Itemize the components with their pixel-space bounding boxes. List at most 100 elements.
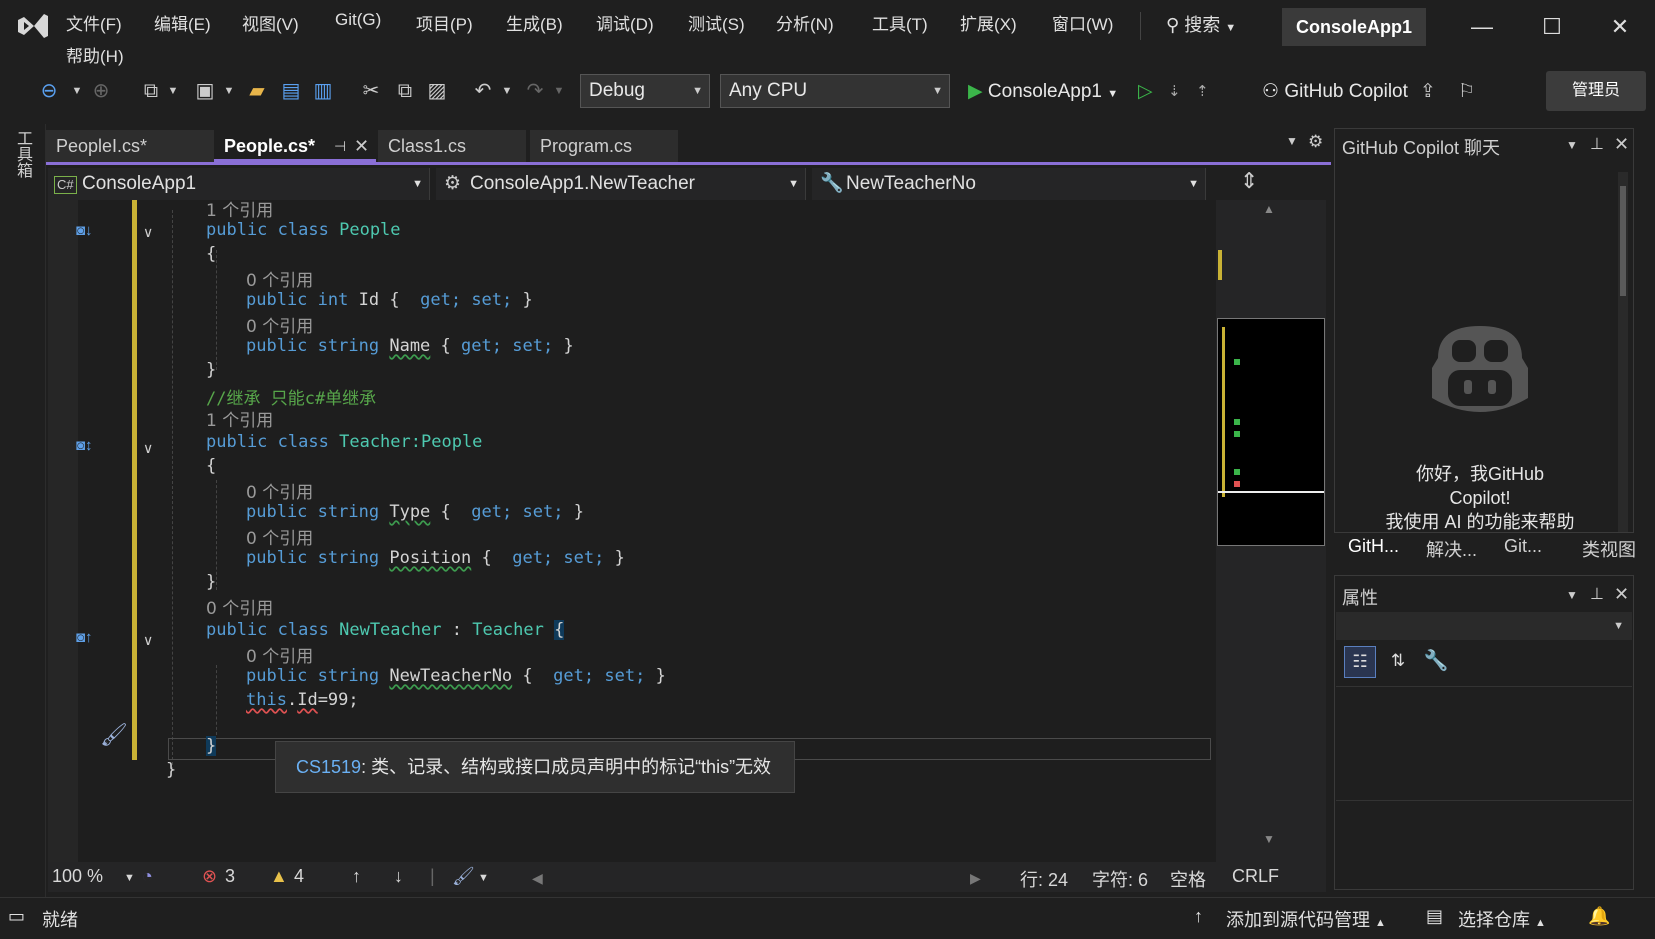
intellicode-icon[interactable]: ◔ [142, 866, 153, 887]
maximize-button[interactable]: ☐ [1522, 4, 1582, 50]
menu-file[interactable]: 文件(F) [66, 10, 122, 35]
code-lens-references[interactable]: 1 个引用 [206, 406, 273, 431]
previous-issue-icon[interactable]: ↑ [352, 866, 361, 887]
tab-peoplei[interactable]: PeopleI.cs* [46, 130, 214, 162]
menu-view[interactable]: 视图(V) [242, 10, 299, 35]
chevron-down-icon[interactable]: ▼ [478, 872, 489, 884]
close-icon[interactable]: ✕ [1614, 134, 1629, 155]
zoom-level[interactable]: 100 % [52, 866, 103, 887]
menu-debug[interactable]: 调试(D) [596, 10, 654, 35]
menu-build[interactable]: 生成(B) [506, 10, 563, 35]
toolbox-tab[interactable]: 工具箱 [12, 130, 34, 178]
search-box[interactable]: ⚲ 搜索 ▼ [1166, 10, 1236, 40]
collapse-chevron-icon[interactable]: ∨ [143, 224, 153, 241]
code-lens-references[interactable]: 0 个引用 [246, 642, 313, 667]
tab-class1[interactable]: Class1.cs [378, 130, 526, 162]
close-icon[interactable]: ✕ [354, 130, 369, 162]
tab-program[interactable]: Program.cs [530, 130, 678, 162]
feedback-icon[interactable]: ⚐ [1458, 76, 1475, 108]
pin-icon[interactable]: ⊥ [1590, 584, 1604, 604]
code-cleanup-icon[interactable]: 🖌 [452, 866, 475, 887]
indent-mode[interactable]: 空格 [1170, 866, 1206, 892]
tab-people[interactable]: People.cs* ⊣ ✕ [214, 130, 376, 162]
menu-help[interactable]: 帮助(H) [66, 42, 124, 67]
tab-solution-explorer[interactable]: 解决... [1426, 536, 1477, 562]
menu-test[interactable]: 测试(S) [688, 10, 745, 35]
platform-select[interactable]: Any CPU ▼ [720, 74, 950, 108]
line-number[interactable]: 行: 24 [1020, 866, 1068, 892]
inheritance-icon[interactable]: ◙↕ [76, 437, 93, 454]
chevron-down-icon[interactable]: ▼ [1566, 588, 1578, 602]
chevron-down-icon[interactable]: ▼ [546, 78, 572, 104]
chevron-down-icon[interactable]: ▼ [1566, 138, 1578, 152]
new-item-icon[interactable]: ▣ [192, 78, 218, 104]
menu-project[interactable]: 项目(P) [416, 10, 473, 35]
open-folder-icon[interactable]: ▰ [244, 78, 270, 104]
inheritance-icon[interactable]: ◙↓ [76, 222, 93, 239]
chevron-down-icon[interactable]: ▼ [216, 78, 242, 104]
minimize-button[interactable]: — [1452, 4, 1512, 50]
menu-window[interactable]: 窗口(W) [1052, 10, 1113, 35]
inheritance-icon[interactable]: ◙↑ [76, 629, 93, 646]
menu-edit[interactable]: 编辑(E) [154, 10, 211, 35]
scroll-down-icon[interactable]: ▼ [1263, 832, 1275, 846]
map-viewport[interactable] [1217, 318, 1325, 546]
gear-icon[interactable]: ⚙ [1308, 132, 1323, 152]
copy-icon[interactable]: ⧉ [392, 78, 418, 104]
warning-icon[interactable]: ▲ [270, 866, 288, 887]
chevron-down-icon[interactable]: ▼ [494, 78, 520, 104]
code-lens-references[interactable]: 0 个引用 [246, 524, 313, 549]
menu-git[interactable]: Git(G) [335, 10, 381, 30]
scrollbar-thumb[interactable] [1620, 186, 1626, 296]
code-lens-references[interactable]: 1 个引用 [206, 196, 273, 221]
collapse-chevron-icon[interactable]: ∨ [143, 440, 153, 457]
tab-class-view[interactable]: 类视图 [1582, 536, 1636, 562]
share-icon[interactable]: ⇪ [1420, 76, 1436, 108]
tab-list-dropdown-icon[interactable]: ▼ [1286, 134, 1298, 148]
chevron-down-icon[interactable]: ▼ [124, 872, 135, 884]
save-icon[interactable]: ▤ [278, 78, 304, 104]
char-number[interactable]: 字符: 6 [1092, 866, 1148, 892]
add-to-source-control[interactable]: 添加到源代码管理 ▲ [1226, 906, 1386, 932]
scroll-right-icon[interactable]: ▶ [970, 870, 981, 887]
cut-icon[interactable]: ✂ [358, 78, 384, 104]
warning-count[interactable]: 4 [294, 866, 304, 887]
start-debug-button[interactable]: ▶ ConsoleApp1 ▼ [968, 76, 1118, 108]
next-issue-icon[interactable]: ↓ [394, 866, 403, 887]
close-window-button[interactable]: ✕ [1590, 4, 1650, 50]
configuration-select[interactable]: Debug ▼ [580, 74, 710, 108]
class-dropdown[interactable]: ⚙ ConsoleApp1.NewTeacher ▼ [436, 168, 806, 200]
select-repository[interactable]: 选择仓库 ▲ [1458, 906, 1546, 932]
property-pages-icon[interactable]: 🔧 [1420, 646, 1452, 678]
code-lens-references[interactable]: 0 个引用 [206, 594, 273, 619]
alphabetical-icon[interactable]: ⇅ [1382, 646, 1414, 678]
redo-icon[interactable]: ↷ [522, 78, 548, 104]
tab-git-changes[interactable]: Git... [1504, 536, 1542, 557]
properties-object-select[interactable]: ▼ [1336, 612, 1632, 640]
error-count[interactable]: 3 [225, 866, 235, 887]
save-all-icon[interactable]: ▥ [310, 78, 336, 104]
back-icon[interactable]: ⊖ [36, 78, 62, 104]
start-without-debug-icon[interactable]: ▷ [1138, 76, 1153, 108]
output-icon[interactable]: ▭ [8, 906, 25, 927]
tab-github-copilot[interactable]: GitH... [1348, 536, 1399, 557]
menu-tools[interactable]: 工具(T) [872, 10, 928, 35]
menu-extensions[interactable]: 扩展(X) [960, 10, 1017, 35]
paste-icon[interactable]: ▨ [424, 78, 450, 104]
scroll-left-icon[interactable]: ◀ [532, 870, 543, 887]
close-icon[interactable]: ✕ [1614, 584, 1629, 605]
forward-icon[interactable]: ⊕ [88, 78, 114, 104]
collapse-chevron-icon[interactable]: ∨ [143, 632, 153, 649]
back-dropdown-icon[interactable]: ▼ [64, 78, 90, 104]
pin-icon[interactable]: ⊣ [334, 130, 346, 162]
split-editor-icon[interactable]: ⇕ [1240, 168, 1258, 194]
quick-action-icon[interactable]: 🖌 [100, 722, 128, 748]
categorized-icon[interactable]: ☷ [1344, 646, 1376, 678]
notifications-icon[interactable]: 🔔 [1588, 906, 1610, 927]
error-code-link[interactable]: CS1519 [296, 757, 361, 777]
menu-analyze[interactable]: 分析(N) [776, 10, 834, 35]
member-dropdown[interactable]: 🔧 NewTeacherNo ▼ [812, 168, 1206, 200]
error-icon[interactable]: ⊗ [202, 866, 217, 887]
undo-icon[interactable]: ↶ [470, 78, 496, 104]
pin-icon[interactable]: ⊥ [1590, 134, 1604, 154]
